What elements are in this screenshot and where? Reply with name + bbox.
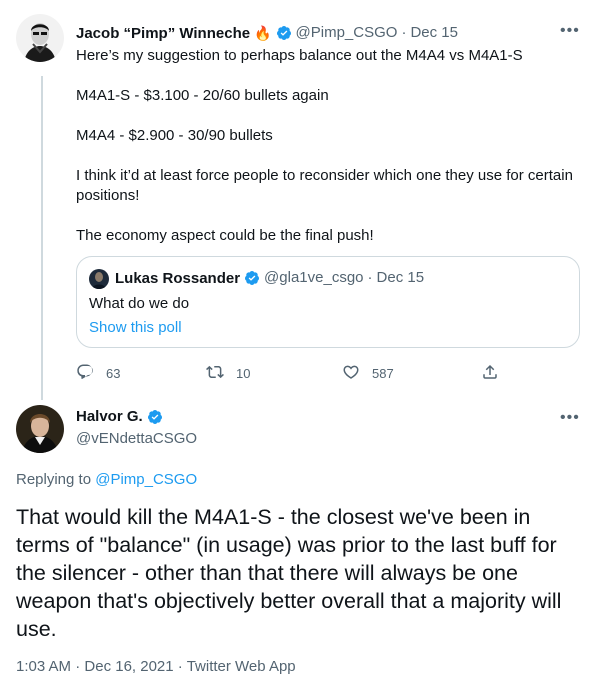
share-button[interactable] (481, 363, 499, 384)
retweet-count: 10 (236, 366, 251, 381)
tweet-date[interactable]: Dec 15 (410, 23, 458, 43)
tweet1-header: Jacob “Pimp” Winneche 🔥 @Pimp_CSGO · Dec… (76, 23, 458, 43)
like-icon (342, 363, 360, 384)
replying-to-label: Replying to (16, 471, 92, 488)
more-icon[interactable]: ••• (560, 23, 580, 39)
tweet-source[interactable]: Twitter Web App (187, 658, 296, 675)
share-icon (481, 363, 499, 384)
avatar-lukas (89, 269, 109, 289)
avatar-jacob[interactable] (16, 14, 64, 62)
tweet1-text-line-5: The economy aspect could be the final pu… (76, 227, 374, 244)
quote-author-name: Lukas Rossander (115, 269, 241, 287)
author-name[interactable]: Halvor G. (76, 408, 143, 425)
separator: · (75, 658, 81, 675)
retweet-button[interactable]: 10 (206, 363, 250, 384)
like-count: 587 (372, 366, 394, 381)
tweet2-meta: 1:03 AM · Dec 16, 2021 · Twitter Web App (16, 657, 296, 677)
retweet-icon (206, 363, 224, 384)
author-handle[interactable]: @Pimp_CSGO (296, 23, 398, 43)
fire-emoji: 🔥 (254, 24, 272, 41)
reply-icon (76, 363, 94, 384)
more-icon[interactable]: ••• (560, 410, 580, 426)
tweet-date[interactable]: Dec 16, 2021 (84, 658, 173, 675)
author-handle[interactable]: @vENdettaCSGO (76, 429, 197, 449)
quote-author-handle: @gla1ve_csgo (264, 269, 364, 286)
show-poll-link[interactable]: Show this poll (89, 318, 182, 338)
avatar-halvor[interactable] (16, 405, 64, 453)
quote-header: Lukas Rossander @gla1ve_csgo · Dec 15 (115, 268, 424, 288)
quote-text: What do we do (89, 295, 190, 312)
verified-badge-icon (147, 409, 163, 425)
tweet2-header: Halvor G. (76, 408, 163, 425)
separator: · (177, 658, 183, 675)
separator: · (401, 24, 407, 41)
tweet-time[interactable]: 1:03 AM (16, 658, 71, 675)
author-name[interactable]: Jacob “Pimp” Winneche (76, 25, 250, 42)
quoted-tweet-card[interactable]: Lukas Rossander @gla1ve_csgo · Dec 15 Wh… (76, 256, 580, 348)
replying-to: Replying to @Pimp_CSGO (16, 470, 197, 490)
verified-badge-icon (276, 25, 292, 41)
tweet1-text-line-4: I think it’d at least force people to re… (76, 167, 573, 204)
replying-to-handle[interactable]: @Pimp_CSGO (95, 471, 197, 488)
thread-line (41, 76, 43, 400)
reply-button[interactable]: 63 (76, 363, 120, 384)
quote-date: Dec 15 (376, 269, 425, 286)
tweet2-text: That would kill the M4A1-S - the closest… (16, 505, 562, 641)
like-button[interactable]: 587 (342, 363, 394, 384)
tweet1-text-line-2: M4A1-S - $3.100 - 20/60 bullets again (76, 87, 329, 104)
tweet1-text-line-3: M4A4 - $2.900 - 30/90 bullets (76, 127, 273, 144)
tweet1-text-line-1: Here’s my suggestion to perhaps balance … (76, 47, 523, 64)
separator: · (367, 269, 373, 286)
verified-badge-icon (244, 270, 260, 286)
reply-count: 63 (106, 366, 121, 381)
